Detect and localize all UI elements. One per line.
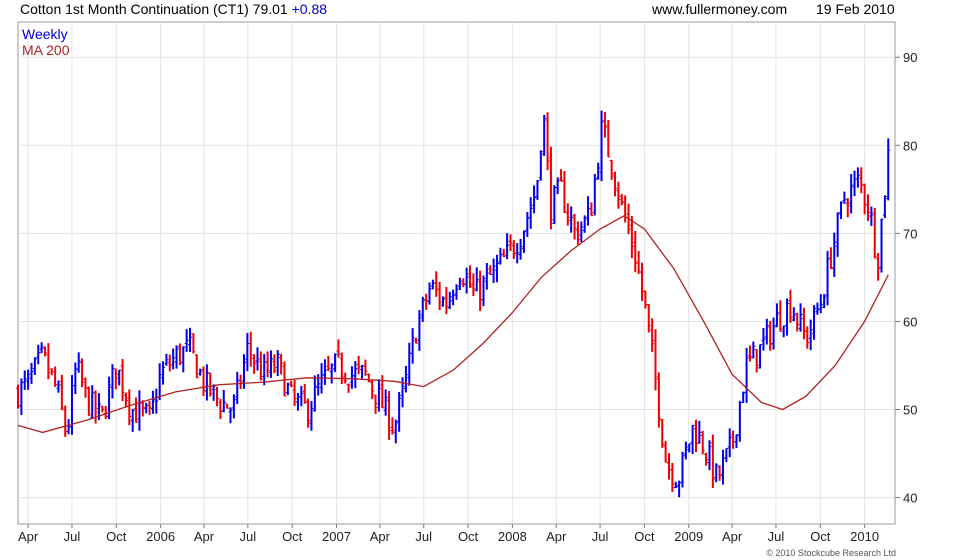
x-tick-label: Jul — [592, 529, 609, 544]
x-tick-label: 2009 — [674, 529, 703, 544]
x-tick-label: Oct — [634, 529, 655, 544]
y-tick-label: 90 — [903, 50, 917, 65]
copyright-notice: © 2010 Stockcube Research Ltd — [766, 548, 896, 558]
x-tick-label: Oct — [282, 529, 303, 544]
x-tick-label: Oct — [106, 529, 127, 544]
x-tick-label: Oct — [810, 529, 831, 544]
x-tick-label: Oct — [458, 529, 479, 544]
x-tick-label: Apr — [546, 529, 567, 544]
x-tick-label: 2010 — [850, 529, 879, 544]
y-tick-label: 80 — [903, 138, 917, 153]
x-tick-label: 2008 — [498, 529, 527, 544]
x-tick-label: Jul — [415, 529, 432, 544]
x-tick-label: Apr — [18, 529, 39, 544]
price-chart: 40 50 60 70 80 90 Apr Jul Oct 2006 Apr Jul Oct 2007 Ap… — [16, 21, 917, 544]
y-tick-label: 70 — [903, 226, 917, 241]
x-tick-label: Apr — [194, 529, 215, 544]
y-tick-label: 40 — [903, 491, 917, 506]
x-tick-label: Jul — [240, 529, 257, 544]
x-tick-label: Jul — [64, 529, 81, 544]
x-tick-label: 2007 — [322, 529, 351, 544]
x-tick-label: Apr — [722, 529, 743, 544]
y-tick-label: 60 — [903, 314, 917, 329]
x-tick-label: Jul — [768, 529, 785, 544]
x-tick-label: 2006 — [146, 529, 175, 544]
legend-entry: MA 200 — [22, 42, 70, 58]
legend-entry: Weekly — [22, 26, 68, 42]
x-tick-label: Apr — [370, 529, 391, 544]
plot-area — [17, 21, 896, 525]
y-tick-label: 50 — [903, 403, 917, 418]
